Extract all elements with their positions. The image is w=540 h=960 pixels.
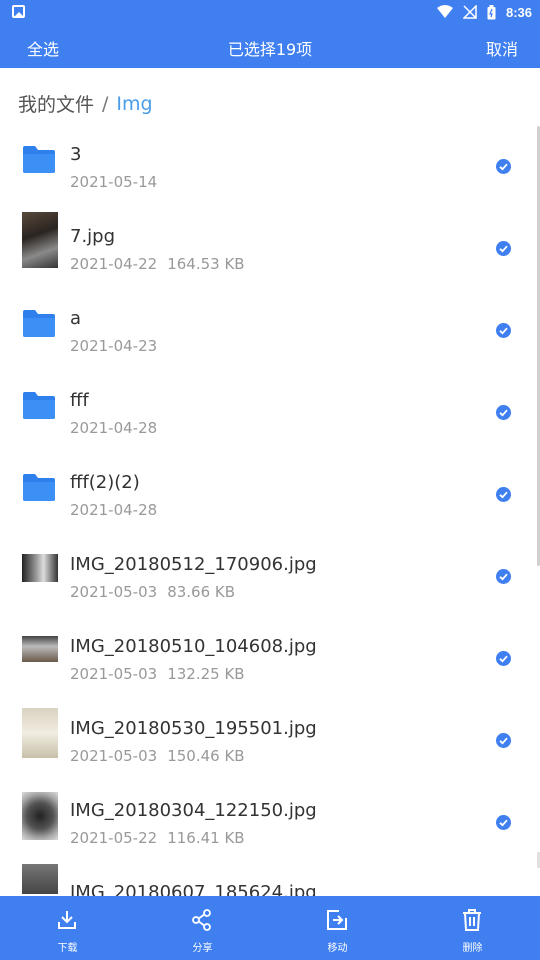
battery-icon [487, 4, 496, 19]
share-icon [192, 909, 211, 931]
share-label: 分享 [192, 943, 213, 954]
checkmark-icon[interactable] [496, 323, 511, 338]
image-thumbnail [22, 792, 58, 840]
file-meta: 2021-05-03 83.66 KB [70, 583, 235, 601]
file-date: 2021-05-14 [70, 173, 158, 191]
image-thumbnail [22, 212, 58, 268]
checkmark-icon[interactable] [496, 815, 511, 830]
file-list[interactable]: 3 2021-05-14 7.jpg 2021-04-22 164.53 KB a 2021… [0, 126, 540, 896]
file-size: 132.25 KB [167, 665, 245, 683]
status-bar: 8:36 [0, 0, 540, 24]
list-item[interactable]: fff(2)(2) 2021-04-28 [0, 454, 540, 536]
download-label: 下载 [57, 943, 78, 954]
gallery-notification-icon [12, 5, 25, 18]
file-name: IMG_20180304_122150.jpg [70, 800, 317, 821]
file-meta: 2021-05-22 116.41 KB [70, 829, 245, 847]
top-bar: 8:36 全选 已选择19项 取消 [0, 0, 540, 68]
image-thumbnail [22, 864, 58, 896]
action-bar: 全选 已选择19项 取消 [0, 24, 540, 68]
checkmark-icon[interactable] [496, 651, 511, 666]
checkmark-icon[interactable] [496, 159, 511, 174]
list-item[interactable]: IMG_20180510_104608.jpg 2021-05-03 132.25 … [0, 618, 540, 700]
file-meta: 2021-05-14 [70, 173, 157, 191]
file-date: 2021-04-22 [70, 255, 158, 273]
image-thumbnail [22, 550, 58, 586]
file-date: 2021-04-23 [70, 337, 158, 355]
folder-icon [22, 386, 58, 422]
move-button[interactable]: 移动 [270, 896, 405, 960]
list-item[interactable]: IMG_20180607_185624.jpg [0, 864, 540, 896]
breadcrumb: 我的文件 / Img [18, 90, 153, 117]
breadcrumb-separator: / [102, 92, 109, 115]
file-name: a [70, 308, 82, 329]
status-time: 8:36 [505, 4, 532, 20]
share-button[interactable]: 分享 [135, 896, 270, 960]
file-name: IMG_20180530_195501.jpg [70, 718, 317, 739]
file-name: IMG_20180510_104608.jpg [70, 636, 317, 657]
delete-label: 删除 [462, 943, 483, 954]
breadcrumb-current: Img [116, 92, 153, 115]
selection-count-title: 已选择19项 [227, 40, 313, 59]
wifi-icon [436, 5, 453, 18]
checkmark-icon[interactable] [496, 405, 511, 420]
list-item[interactable]: IMG_20180512_170906.jpg 2021-05-03 83.66 K… [0, 536, 540, 618]
file-date: 2021-05-03 [70, 665, 158, 683]
file-date: 2021-04-28 [70, 419, 158, 437]
file-meta: 2021-04-22 164.53 KB [70, 255, 245, 273]
cancel-button[interactable]: 取消 [486, 36, 518, 60]
file-name: fff [70, 390, 89, 411]
bottom-action-bar: 下载 分享 移动 删除 [0, 896, 540, 960]
list-item[interactable]: IMG_20180304_122150.jpg 2021-05-22 116.41 … [0, 782, 540, 864]
file-name: IMG_20180607_185624.jpg [70, 882, 317, 896]
file-meta: 2021-04-28 [70, 501, 157, 519]
move-label: 移动 [327, 943, 348, 954]
file-size: 116.41 KB [167, 829, 245, 847]
file-size: 150.46 KB [167, 747, 245, 765]
file-name: 3 [70, 144, 82, 165]
file-size: 164.53 KB [167, 255, 245, 273]
folder-icon [22, 140, 58, 176]
file-name: IMG_20180512_170906.jpg [70, 554, 317, 575]
delete-button[interactable]: 删除 [405, 896, 540, 960]
checkmark-icon[interactable] [496, 487, 511, 502]
list-item[interactable]: 3 2021-05-14 [0, 126, 540, 208]
move-icon [327, 910, 347, 930]
list-item[interactable]: IMG_20180530_195501.jpg 2021-05-03 150.46 … [0, 700, 540, 782]
checkmark-icon[interactable] [496, 733, 511, 748]
download-icon [58, 911, 76, 929]
list-item[interactable]: 7.jpg 2021-04-22 164.53 KB [0, 208, 540, 290]
download-button[interactable]: 下载 [0, 896, 135, 960]
file-date: 2021-05-03 [70, 747, 158, 765]
file-meta: 2021-04-28 [70, 419, 157, 437]
trash-icon [463, 909, 481, 931]
image-thumbnail [22, 632, 58, 668]
file-name: fff(2)(2) [70, 472, 140, 493]
list-item[interactable]: a 2021-04-23 [0, 290, 540, 372]
image-thumbnail [22, 708, 58, 758]
file-meta: 2021-04-23 [70, 337, 157, 355]
file-meta: 2021-05-03 132.25 KB [70, 665, 245, 683]
folder-icon [22, 468, 58, 504]
file-meta: 2021-05-03 150.46 KB [70, 747, 245, 765]
file-size: 83.66 KB [167, 583, 236, 601]
list-item[interactable]: fff 2021-04-28 [0, 372, 540, 454]
breadcrumb-root[interactable]: 我的文件 [18, 90, 94, 117]
checkmark-icon[interactable] [496, 569, 511, 584]
file-date: 2021-05-22 [70, 829, 158, 847]
file-date: 2021-05-03 [70, 583, 158, 601]
status-icons: 8:36 [436, 3, 532, 21]
file-date: 2021-04-28 [70, 501, 158, 519]
file-name: 7.jpg [70, 226, 116, 247]
no-signal-icon [462, 5, 477, 19]
folder-icon [22, 304, 58, 340]
checkmark-icon[interactable] [496, 241, 511, 256]
